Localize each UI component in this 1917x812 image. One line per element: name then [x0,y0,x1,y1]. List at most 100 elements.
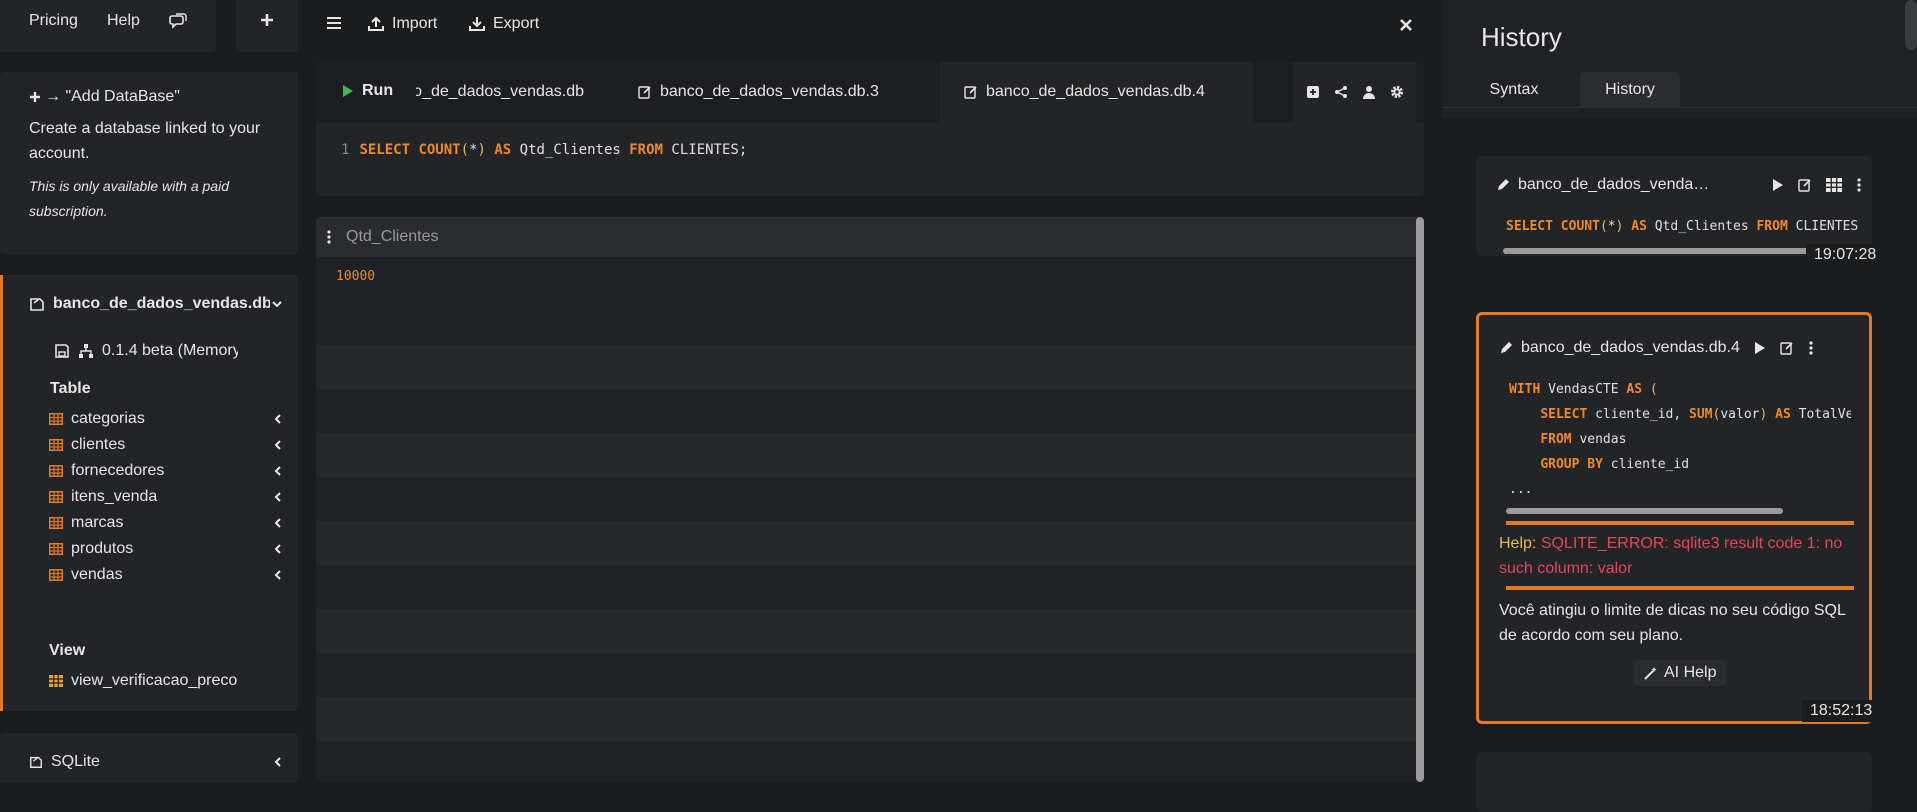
play-icon[interactable] [1772,178,1784,192]
table-row [316,609,1424,653]
view-section-label: View [49,642,86,659]
table-item-categorias[interactable]: categorias [49,406,284,432]
save-icon[interactable] [54,343,70,359]
divider [1506,586,1854,590]
entry-scrollbar[interactable] [1503,248,1809,254]
panel-tabs: Syntax History [1442,72,1917,108]
history-entry-selected[interactable]: banco_de_dados_vendas.db.4 WITH VendasCT… [1476,312,1881,724]
entry-time: 18:52:13 [1802,700,1881,722]
tab-label: banco_de_dados_vendas.db [416,83,584,100]
database-icon [29,296,45,312]
chevron-down-icon[interactable] [270,297,284,311]
sql-code[interactable]: 1 SELECT COUNT(*) AS Qtd_Clientes FROM CL… [341,142,747,158]
table-label: fornecedores [71,462,165,479]
chevron-left-icon[interactable] [272,543,284,555]
tab-db-4[interactable]: banco_de_dados_vendas.db.4 [940,62,1253,122]
table-icon [49,439,63,451]
table-row [316,653,1424,697]
chevron-left-icon[interactable] [272,439,284,451]
edit-icon [638,85,652,99]
user-icon[interactable] [1362,85,1376,99]
gear-icon[interactable] [1390,85,1404,99]
table-label: marcas [71,514,124,531]
download-icon [469,16,485,32]
entry-sql: WITH VendasCTE AS ( SELECT cliente_id, S… [1509,382,1851,497]
chevron-left-icon[interactable] [272,517,284,529]
table-item-fornecedores[interactable]: fornecedores [49,458,284,484]
add-database-button[interactable] [236,0,298,52]
play-icon[interactable] [1754,341,1766,355]
entry-scrollbar[interactable] [1506,508,1783,514]
results-scrollbar[interactable] [1416,217,1424,782]
chevron-left-icon[interactable] [272,491,284,503]
tab-syntax[interactable]: Syntax [1464,72,1564,108]
entry-header: banco_de_dados_vendas.db.4 [1499,339,1859,357]
chevron-left-icon[interactable] [272,413,284,425]
table-label: produtos [71,540,134,557]
more-icon[interactable] [1808,341,1814,355]
chevron-left-icon[interactable] [272,756,284,768]
panel-scrollbar[interactable] [1905,0,1917,50]
entry-actions [1772,178,1862,192]
history-entry[interactable]: banco_de_dados_vendas.db.4 SELECT COUNT(… [1476,156,1885,266]
database-name: banco_de_dados_vendas.db.4 [53,295,270,312]
menu-icon[interactable] [326,15,342,31]
tab-label: banco_de_dados_vendas.db.4 [986,83,1205,100]
entry-time: 19:07:28 [1806,244,1885,266]
table-item-vendas[interactable]: vendas [49,562,284,588]
info-title: → "Add DataBase" [29,88,269,106]
table-label: vendas [71,566,123,583]
toolbar: Import Export [316,0,1424,52]
export-button[interactable]: Export [469,15,539,33]
more-icon[interactable] [1856,178,1862,192]
chevron-left-icon[interactable] [272,569,284,581]
sqlite-panel: SQLite [0,733,298,782]
table-item-produtos[interactable]: produtos [49,536,284,562]
grid-icon[interactable] [1826,178,1842,192]
sqlite-header[interactable]: SQLite [29,753,284,771]
table-item-itens-venda[interactable]: itens_venda [49,484,284,510]
entry-sql: SELECT COUNT(*) AS Qtd_Clientes FROM CLI… [1506,219,1858,234]
schema-icon[interactable] [78,343,94,359]
import-button[interactable]: Import [368,15,437,33]
run-button[interactable]: Run [342,82,393,100]
edit-icon[interactable] [1780,341,1794,355]
plus-icon [259,12,275,28]
main-area: Import Export Run banco_de_dados_vendas.… [316,0,1424,782]
new-tab-icon[interactable] [1306,85,1320,99]
table-row [316,301,1424,345]
tab-db-3[interactable]: banco_de_dados_vendas.db.3 [616,62,879,122]
table-label: clientes [71,436,126,453]
editor-tabs: Run banco_de_dados_vendas.db banco_de_da… [316,62,1424,122]
chevron-left-icon[interactable] [272,465,284,477]
ai-help-button[interactable]: AI Help [1634,660,1727,686]
view-item-verificacao-preco[interactable]: view_verificacao_preco [49,668,284,694]
cell-value[interactable]: 10000 [336,269,375,284]
help-link[interactable]: Help [107,12,140,30]
chat-icon[interactable] [169,12,187,30]
database-version-row: 0.1.4 beta (Memory) [54,342,238,360]
entry-db-name: banco_de_dados_vendas.db.4 [1521,339,1740,356]
table-item-clientes[interactable]: clientes [49,432,284,458]
tab-db[interactable]: banco_de_dados_vendas.db [416,62,594,122]
column-menu-icon[interactable] [326,230,332,244]
edit-icon [964,85,978,99]
sidebar: Pricing Help → "Add DataBase" Create a d… [0,0,298,782]
table-row [316,697,1424,741]
pricing-link[interactable]: Pricing [29,12,78,30]
close-icon[interactable] [1399,18,1413,32]
error-message: Help: SQLITE_ERROR: sqlite3 result code … [1499,535,1843,577]
entry-actions [1754,341,1814,355]
tab-history[interactable]: History [1580,72,1680,108]
share-icon[interactable] [1334,85,1348,99]
database-header[interactable]: banco_de_dados_vendas.db.4 [29,295,284,313]
table-row [316,477,1424,521]
edit-icon[interactable] [1798,178,1812,192]
add-database-info: → "Add DataBase" Create a database linke… [0,72,298,254]
table-item-marcas[interactable]: marcas [49,510,284,536]
editor-actions [1294,62,1416,122]
pencil-icon [1496,178,1510,192]
table-row [316,433,1424,477]
table-row [316,565,1424,609]
history-entry[interactable] [1476,752,1872,812]
